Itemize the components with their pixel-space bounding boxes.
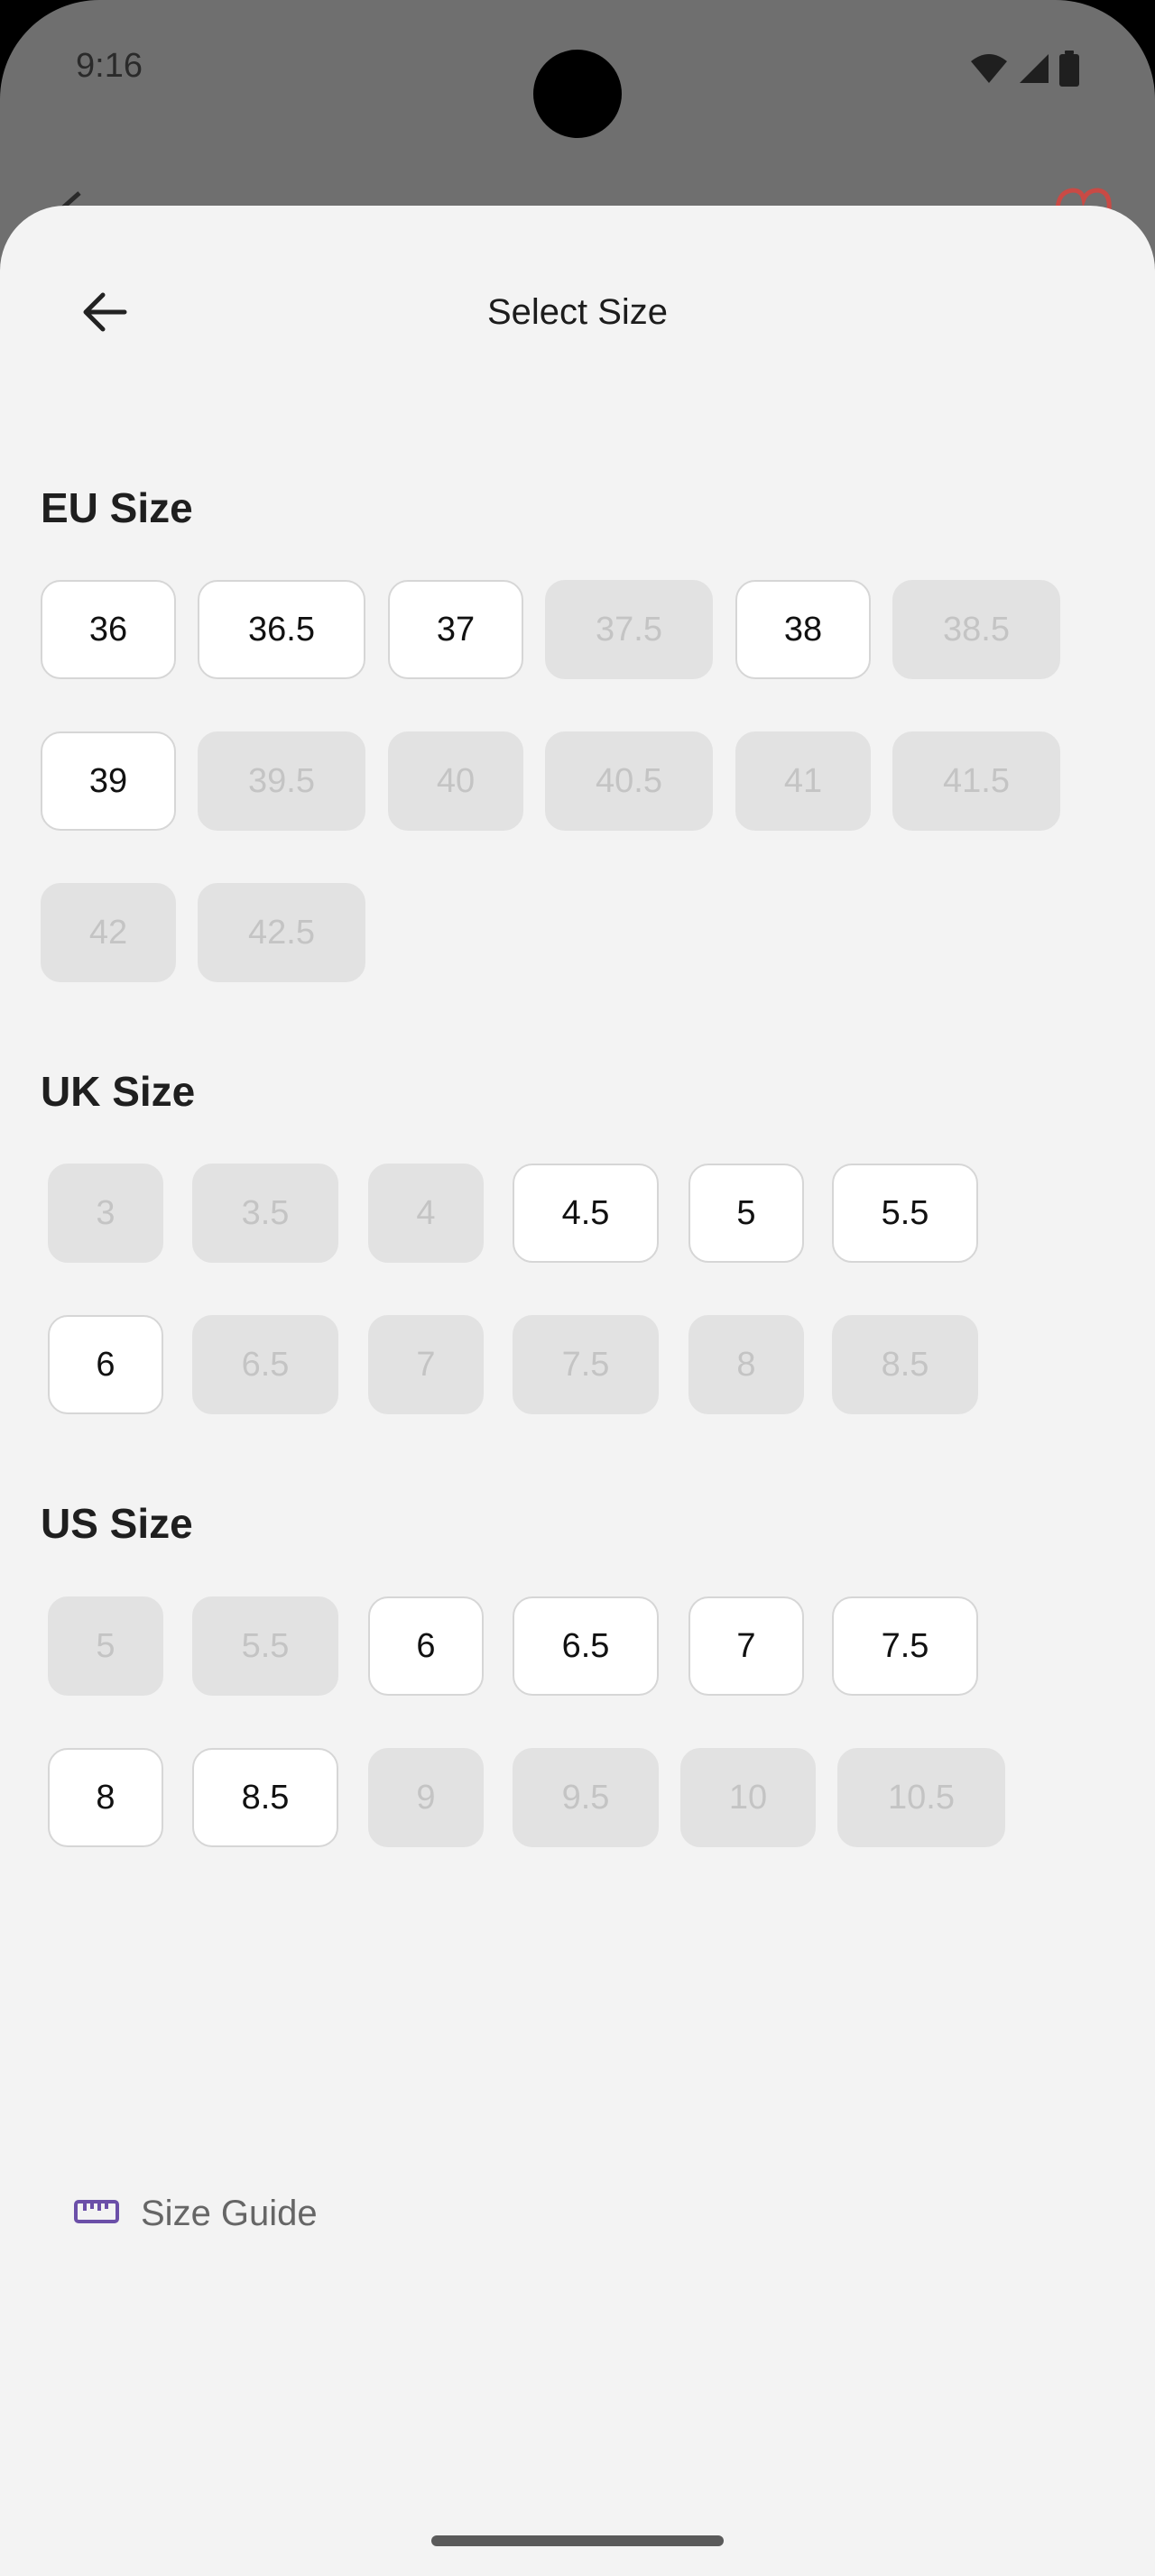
eu-size-option: 42 <box>41 883 176 982</box>
uk-size-option[interactable]: 6 <box>48 1315 163 1414</box>
uk-size-option: 8.5 <box>832 1315 978 1414</box>
eu-size-option[interactable]: 36.5 <box>198 580 365 679</box>
us-size-option[interactable]: 8 <box>48 1748 163 1847</box>
us-size-option: 5.5 <box>192 1596 338 1696</box>
uk-size-option: 3 <box>48 1164 163 1263</box>
uk-size-option: 8 <box>688 1315 804 1414</box>
camera-cutout <box>533 50 622 138</box>
uk-size-option[interactable]: 5.5 <box>832 1164 978 1263</box>
eu-size-option[interactable]: 37 <box>388 580 523 679</box>
size-guide-label: Size Guide <box>141 2194 318 2233</box>
uk-size-option: 7 <box>368 1315 484 1414</box>
eu-size-title: EU Size <box>41 484 193 531</box>
uk-size-option: 4 <box>368 1164 484 1263</box>
eu-size-option: 41 <box>735 731 871 831</box>
uk-size-title: UK Size <box>41 1068 196 1115</box>
eu-size-option: 39.5 <box>198 731 365 831</box>
eu-size-option[interactable]: 36 <box>41 580 176 679</box>
uk-size-option: 6.5 <box>192 1315 338 1414</box>
uk-size-option: 3.5 <box>192 1164 338 1263</box>
us-size-option[interactable]: 6 <box>368 1596 484 1696</box>
size-guide-link[interactable]: Size Guide <box>74 2194 318 2234</box>
battery-icon <box>1059 51 1079 91</box>
sheet-header: Select Size <box>0 206 1155 415</box>
home-indicator[interactable] <box>431 2535 724 2546</box>
status-time: 9:16 <box>76 47 143 85</box>
uk-size-option[interactable]: 4.5 <box>513 1164 659 1263</box>
wifi-icon <box>969 52 1009 89</box>
size-selection-sheet: Select Size EU Size 36 36.5 37 37.5 38 38.5 39… <box>0 206 1155 2576</box>
us-size-option: 10.5 <box>837 1748 1005 1847</box>
us-size-option[interactable]: 8.5 <box>192 1748 338 1847</box>
uk-size-option: 7.5 <box>513 1315 659 1414</box>
uk-size-option[interactable]: 5 <box>688 1164 804 1263</box>
eu-size-option: 37.5 <box>545 580 713 679</box>
us-size-option[interactable]: 6.5 <box>513 1596 659 1696</box>
ruler-icon <box>74 2198 119 2230</box>
device-screen: 9:16 Select Size EU Size 36 36.5 37 37.5… <box>0 0 1155 2576</box>
eu-size-option: 41.5 <box>892 731 1060 831</box>
us-size-option[interactable]: 7 <box>688 1596 804 1696</box>
us-size-option: 9.5 <box>513 1748 659 1847</box>
us-size-option[interactable]: 7.5 <box>832 1596 978 1696</box>
us-size-option: 5 <box>48 1596 163 1696</box>
eu-size-option: 42.5 <box>198 883 365 982</box>
us-size-title: US Size <box>41 1500 193 1547</box>
eu-size-option: 40.5 <box>545 731 713 831</box>
status-bar: 9:16 <box>0 0 1155 138</box>
eu-size-option: 40 <box>388 731 523 831</box>
eu-size-option: 38.5 <box>892 580 1060 679</box>
status-icons <box>969 51 1079 91</box>
signal-icon <box>1018 52 1050 89</box>
us-size-option: 9 <box>368 1748 484 1847</box>
eu-size-option[interactable]: 39 <box>41 731 176 831</box>
page-title: Select Size <box>486 292 669 332</box>
eu-size-option[interactable]: 38 <box>735 580 871 679</box>
us-size-option: 10 <box>680 1748 816 1847</box>
